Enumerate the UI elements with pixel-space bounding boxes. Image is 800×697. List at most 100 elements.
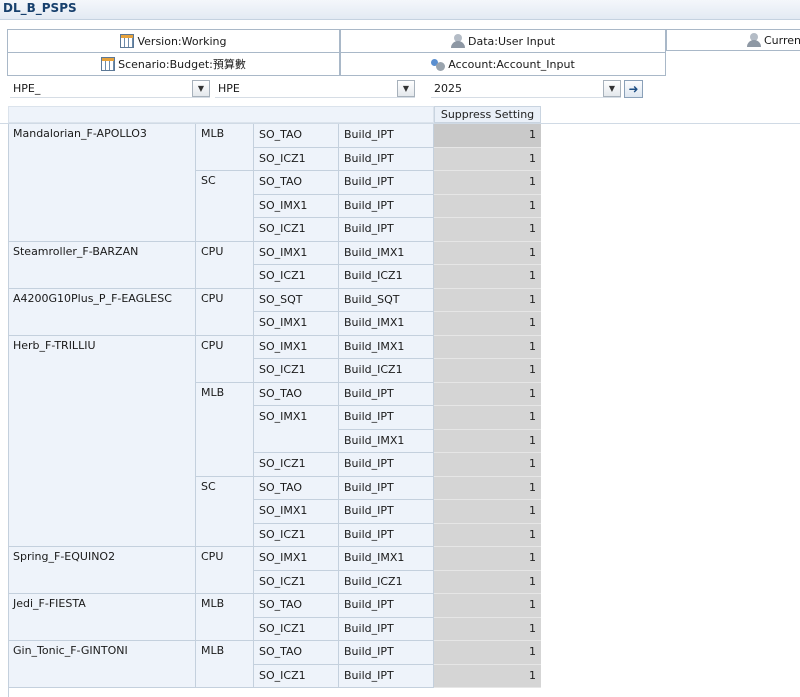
suppress-value-cell[interactable]: 1 [434, 641, 541, 665]
so-cell: SO_ICZ1 [254, 147, 339, 171]
so-cell: SO_TAO [254, 476, 339, 500]
chevron-down-icon[interactable]: ▼ [192, 80, 210, 97]
build-cell: Build_IPT [339, 664, 434, 688]
build-cell: Build_IMX1 [339, 429, 434, 453]
header-blank [8, 106, 434, 123]
product-cell: A4200G10Plus_P_F-EAGLESC [9, 288, 196, 336]
suppress-value-cell[interactable]: 1 [434, 335, 541, 359]
so-cell: SO_ICZ1 [254, 617, 339, 641]
pov-version[interactable]: Version:Working [7, 29, 340, 53]
pov-data-label: Data:User Input [467, 34, 556, 48]
suppress-value-cell[interactable]: 1 [434, 147, 541, 171]
suppress-value-cell[interactable]: 1 [434, 359, 541, 383]
category-cell: SC [196, 171, 254, 242]
build-cell: Build_IPT [339, 523, 434, 547]
so-cell: SO_SQT [254, 288, 339, 312]
product-value: HPE [218, 82, 240, 95]
form-title-bar: DL_B_PSPS [0, 0, 800, 20]
pov-account-label: Account:Account_Input [448, 57, 575, 71]
pov-version-label: Version:Working [137, 34, 227, 48]
so-cell: SO_IMX1 [254, 406, 339, 453]
so-cell: SO_ICZ1 [254, 218, 339, 242]
suppress-value-cell[interactable]: 1 [434, 523, 541, 547]
so-cell: SO_TAO [254, 171, 339, 195]
user-icon [747, 33, 761, 47]
column-header-row: Suppress Setting [0, 106, 800, 124]
pov-account[interactable]: Account:Account_Input [340, 52, 666, 76]
build-cell: Build_IPT [339, 617, 434, 641]
suppress-value-cell[interactable]: 1 [434, 429, 541, 453]
build-cell: Build_IPT [339, 594, 434, 618]
user-icon [450, 34, 465, 48]
suppress-value-cell[interactable]: 1 [434, 218, 541, 242]
build-cell: Build_IPT [339, 476, 434, 500]
product-cell: Herb_F-TRILLIU [9, 335, 196, 547]
build-cell: Build_IPT [339, 194, 434, 218]
build-cell: Build_ICZ1 [339, 570, 434, 594]
product-selector[interactable]: HPE ▼ [215, 80, 415, 98]
suppress-value-cell[interactable]: 1 [434, 312, 541, 336]
suppress-value-cell[interactable]: 1 [434, 265, 541, 289]
build-cell: Build_IPT [339, 147, 434, 171]
build-cell: Build_IPT [339, 218, 434, 242]
so-cell: SO_TAO [254, 641, 339, 665]
category-cell: CPU [196, 547, 254, 594]
build-cell: Build_IPT [339, 406, 434, 430]
suppress-value-cell[interactable]: 1 [434, 594, 541, 618]
member-grid-icon [101, 57, 116, 71]
suppress-value-cell[interactable]: 1 [434, 476, 541, 500]
suppress-value-cell[interactable]: 1 [434, 406, 541, 430]
so-cell: SO_IMX1 [254, 500, 339, 524]
so-cell: SO_IMX1 [254, 335, 339, 359]
build-cell: Build_IMX1 [339, 547, 434, 571]
so-cell: SO_IMX1 [254, 194, 339, 218]
build-cell: Build_IPT [339, 124, 434, 148]
chevron-down-icon[interactable]: ▼ [397, 80, 415, 97]
suppress-value-cell[interactable]: 1 [434, 124, 541, 148]
suppress-value-cell[interactable]: 1 [434, 241, 541, 265]
suppress-setting-header: Suppress Setting [434, 106, 541, 123]
so-cell: SO_ICZ1 [254, 453, 339, 477]
build-cell: Build_IPT [339, 500, 434, 524]
pov-scenario[interactable]: Scenario:Budget:預算數 [7, 52, 340, 76]
pov-currency[interactable]: Currency [666, 29, 800, 51]
build-cell: Build_SQT [339, 288, 434, 312]
build-cell: Build_IMX1 [339, 312, 434, 336]
build-cell: Build_ICZ1 [339, 359, 434, 383]
category-cell: MLB [196, 124, 254, 171]
so-cell: SO_ICZ1 [254, 664, 339, 688]
category-cell: MLB [196, 594, 254, 641]
so-cell: SO_TAO [254, 594, 339, 618]
so-cell: SO_IMX1 [254, 241, 339, 265]
account-icon [431, 57, 446, 71]
build-cell: Build_ICZ1 [339, 265, 434, 289]
year-selector[interactable]: 2025 ▼ [431, 80, 621, 98]
suppress-value-cell[interactable]: 1 [434, 617, 541, 641]
product-cell: Mandalorian_F-APOLLO3 [9, 124, 196, 242]
chevron-down-icon[interactable]: ▼ [603, 80, 621, 97]
suppress-value-cell[interactable]: 1 [434, 570, 541, 594]
so-cell: SO_TAO [254, 382, 339, 406]
suppress-value-cell[interactable]: 1 [434, 171, 541, 195]
entity-selector[interactable]: HPE_ ▼ [10, 80, 210, 98]
go-arrow-button[interactable]: ➜ [624, 80, 643, 98]
product-cell: Steamroller_F-BARZAN [9, 241, 196, 289]
suppress-value-cell[interactable]: 1 [434, 664, 541, 688]
entity-value: HPE_ [13, 82, 41, 95]
suppress-value-cell[interactable]: 1 [434, 382, 541, 406]
year-value: 2025 [434, 82, 462, 95]
suppress-value-cell[interactable]: 1 [434, 288, 541, 312]
suppress-value-cell[interactable]: 1 [434, 194, 541, 218]
suppress-value-cell[interactable]: 1 [434, 500, 541, 524]
product-cell: Gin_Tonic_F-GINTONI [9, 641, 196, 688]
product-cell: Jedi_F-FIESTA [9, 594, 196, 641]
pov-data[interactable]: Data:User Input [340, 29, 666, 53]
build-cell: Build_IPT [339, 641, 434, 665]
build-cell: Build_IPT [339, 453, 434, 477]
category-cell: SC [196, 476, 254, 547]
category-cell: CPU [196, 288, 254, 336]
pov-currency-label: Currency [764, 33, 800, 47]
suppress-value-cell[interactable]: 1 [434, 453, 541, 477]
category-cell: MLB [196, 382, 254, 477]
suppress-value-cell[interactable]: 1 [434, 547, 541, 571]
